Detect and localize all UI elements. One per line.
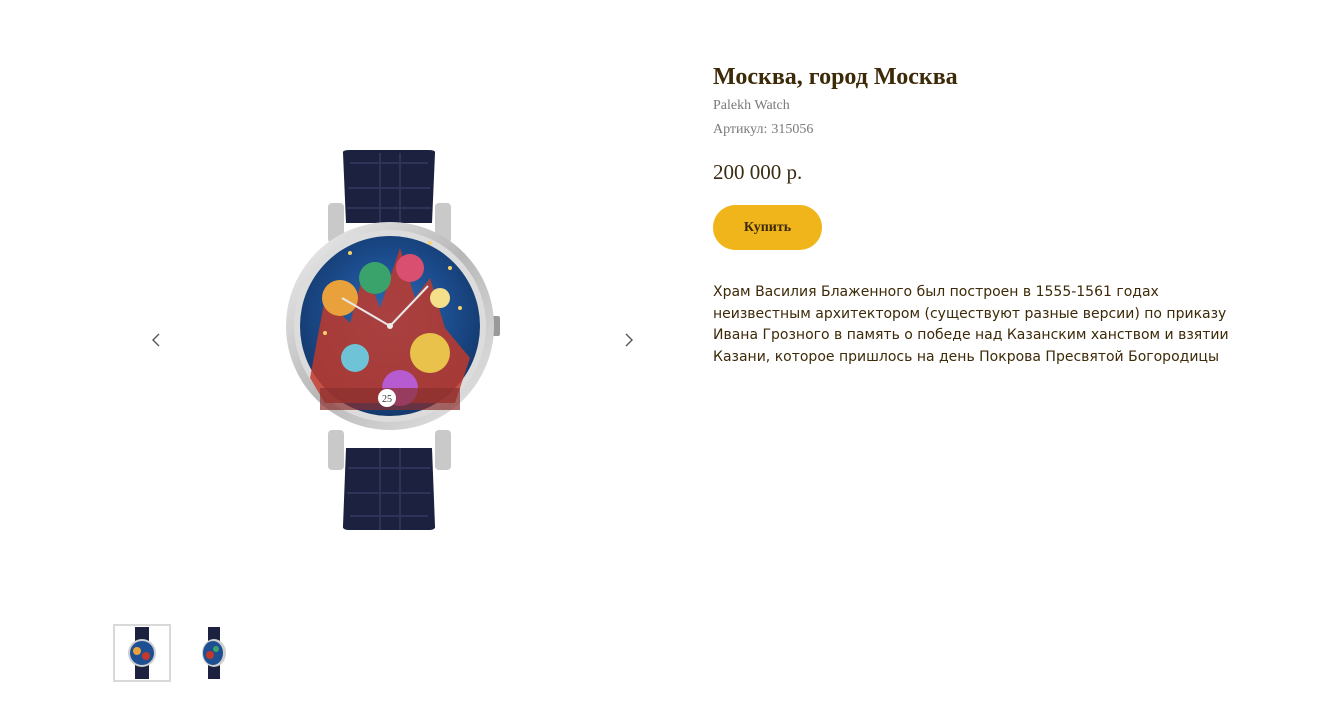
product-description: Храм Василия Блаженного был построен в 1… <box>713 284 1229 365</box>
thumbnail-strip <box>113 624 243 682</box>
watch-thumbnail-icon <box>202 627 226 679</box>
chevron-right-icon <box>625 333 633 347</box>
product-info: Москва, город Москва Palekh Watch Артику… <box>713 60 1273 368</box>
gallery-next-button[interactable] <box>616 328 640 352</box>
dial-date: 25 <box>382 394 392 405</box>
sku-value: 315056 <box>771 122 814 137</box>
gallery-prev-button[interactable] <box>145 328 169 352</box>
watch-image: 25 <box>286 150 500 530</box>
buy-button[interactable]: Купить <box>713 205 822 250</box>
thumbnail-front[interactable] <box>113 624 171 682</box>
product-title: Москва, город Москва <box>713 64 958 90</box>
product-gallery: 25 <box>140 120 650 560</box>
thumbnail-angle[interactable] <box>185 624 243 682</box>
product-brand: Palekh Watch <box>713 98 790 113</box>
sku-label: Артикул: <box>713 122 768 137</box>
watch-thumbnail-icon <box>128 627 156 679</box>
chevron-left-icon <box>152 333 160 347</box>
product-price: 200 000 р. <box>713 160 803 184</box>
product-sku: Артикул: 315056 <box>713 122 1273 138</box>
